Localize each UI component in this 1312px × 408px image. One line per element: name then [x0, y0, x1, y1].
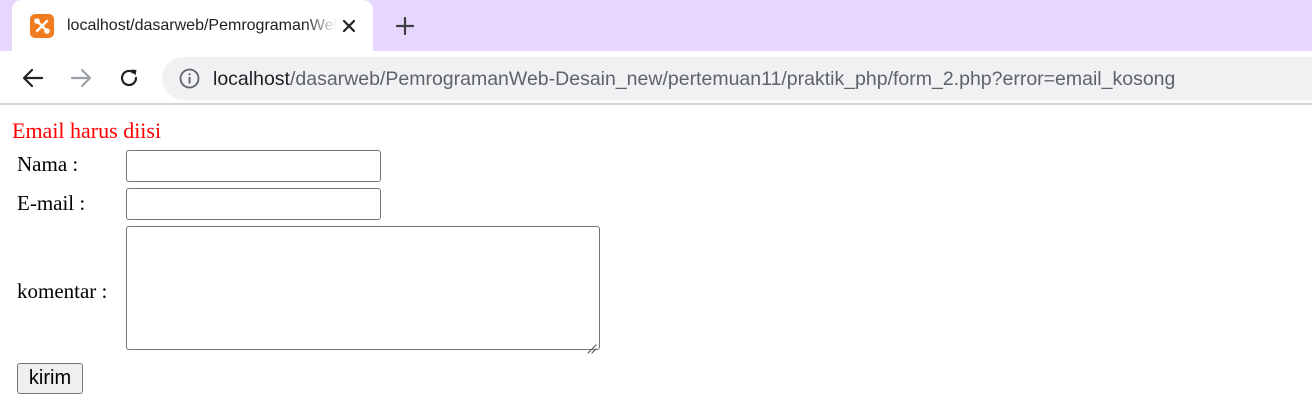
back-arrow-icon[interactable]: [18, 63, 48, 93]
url-path: /dasarweb/PemrogramanWeb-Desain_new/pert…: [289, 68, 1176, 90]
address-bar-url: localhost/dasarweb/PemrogramanWeb-Desain…: [213, 67, 1175, 91]
tab-strip: localhost/dasarweb/PemrogramanWeb-Desain…: [0, 0, 1312, 51]
comment-label: komentar :: [17, 279, 108, 303]
tab-title: localhost/dasarweb/PemrogramanWeb-Desain…: [67, 17, 337, 34]
name-input[interactable]: [126, 150, 381, 182]
browser-tab[interactable]: localhost/dasarweb/PemrogramanWeb-Desain…: [12, 0, 373, 51]
forward-arrow-icon[interactable]: [66, 63, 96, 93]
reload-icon[interactable]: [114, 63, 144, 93]
new-tab-plus-icon[interactable]: [392, 13, 418, 39]
submit-button[interactable]: kirim: [17, 363, 83, 394]
browser-toolbar: localhost/dasarweb/PemrogramanWeb-Desain…: [0, 51, 1312, 105]
close-icon[interactable]: [338, 15, 360, 37]
info-icon[interactable]: [178, 67, 201, 90]
error-message: Email harus diisi: [12, 118, 162, 143]
name-label: Nama :: [17, 152, 79, 176]
email-input[interactable]: [126, 188, 381, 220]
address-bar[interactable]: localhost/dasarweb/PemrogramanWeb-Desain…: [162, 57, 1312, 100]
url-host: localhost: [213, 68, 290, 90]
email-label: E-mail :: [17, 191, 86, 215]
comment-textarea[interactable]: [126, 226, 600, 354]
xampp-icon: [30, 14, 54, 38]
resize-grip-icon[interactable]: [585, 335, 597, 354]
